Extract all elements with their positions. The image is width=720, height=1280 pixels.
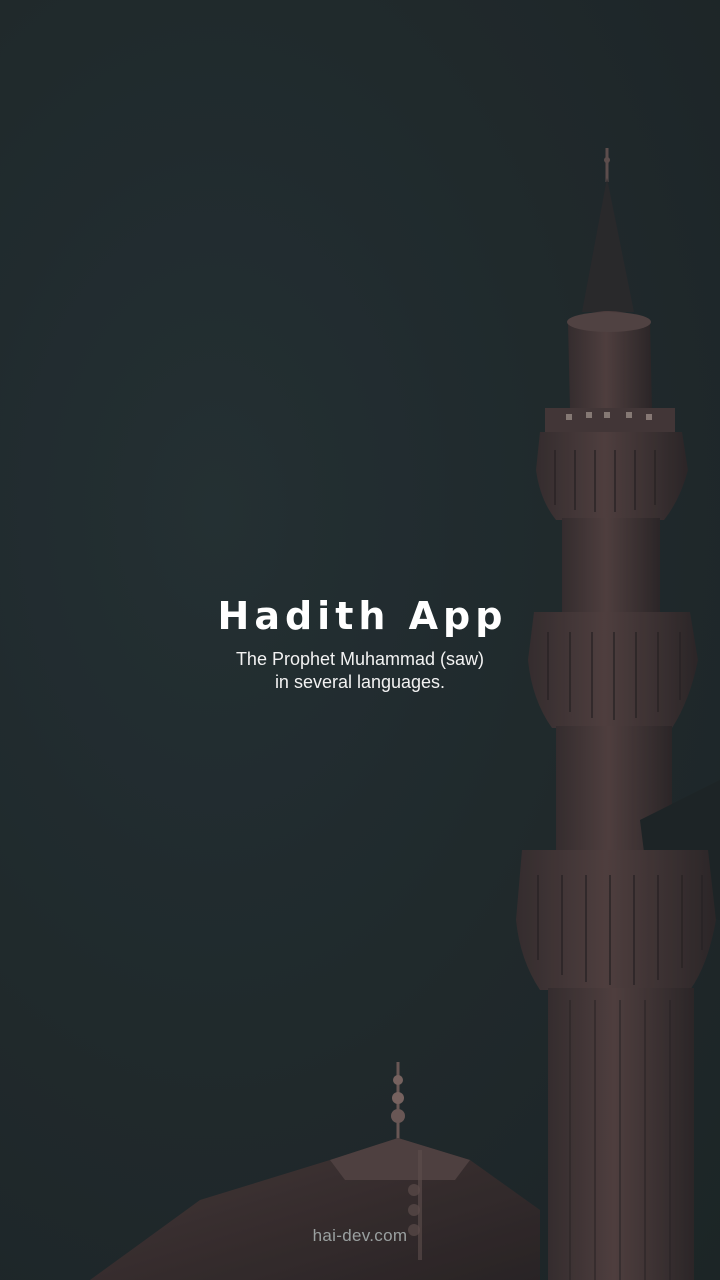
app-title: Hadith App (217, 594, 508, 638)
splash-text-block: Hadith App The Prophet Muhammad (saw) in… (0, 588, 720, 694)
developer-website-link[interactable]: hai-dev.com (0, 1226, 720, 1246)
app-subtitle-line-1: The Prophet Muhammad (saw) (235, 649, 485, 669)
app-subtitle-line-2: in several languages. (274, 672, 446, 692)
splash-screen: Hadith App The Prophet Muhammad (saw) in… (0, 0, 720, 1280)
